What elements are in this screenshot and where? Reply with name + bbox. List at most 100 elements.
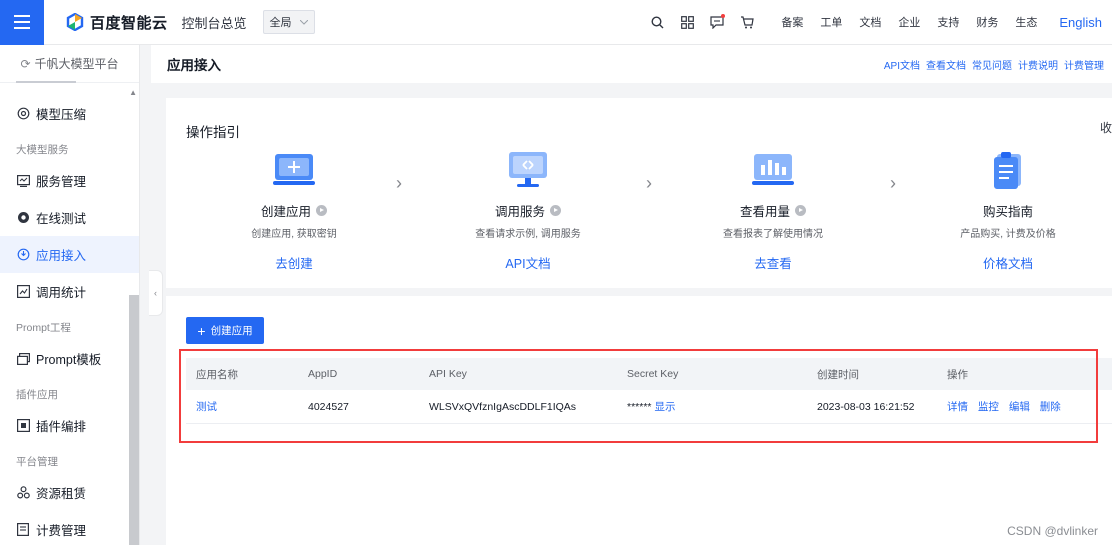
sidebar-item-label: 模型压缩 — [36, 108, 87, 122]
sidebar-item-online-test[interactable]: 在线测试 — [0, 199, 139, 236]
app-list-section: + 创建应用 应用名称 AppID API Key Secret Key 创建时… — [166, 296, 1112, 545]
app-access-icon — [16, 248, 30, 262]
price-docs-link[interactable]: 价格文档 — [918, 253, 1098, 272]
col-app-name: 应用名称 — [196, 368, 238, 381]
sidebar-item-label: 计费管理 — [36, 524, 87, 538]
sidebar-item-label: 服务管理 — [36, 175, 87, 189]
app-name-link[interactable]: 测试 — [186, 399, 308, 414]
chevron-right-icon: › — [890, 173, 896, 193]
console-overview-link[interactable]: 控制台总览 — [182, 13, 247, 32]
apps-button[interactable] — [674, 0, 700, 45]
play-video-icon[interactable] — [316, 205, 327, 216]
create-app-illustration — [269, 148, 319, 190]
show-secret-link[interactable]: 显示 — [654, 401, 675, 413]
secret-key-mask: ****** — [627, 401, 652, 413]
view-docs-link[interactable]: 查看文档 — [926, 57, 966, 72]
api-docs-link[interactable]: API文档 — [884, 57, 920, 72]
nav-ecosystem[interactable]: 生态 — [1015, 14, 1037, 30]
sidebar-item-service-manage[interactable]: 服务管理 — [0, 162, 139, 199]
watermark: CSDN @dvlinker — [1007, 524, 1098, 538]
group-platform: 平台管理 — [16, 455, 58, 468]
platform-icon: ⟳ — [20, 56, 31, 71]
step-desc: 创建应用, 获取密钥 — [251, 229, 337, 240]
nav-enterprise[interactable]: 企业 — [898, 14, 920, 30]
compress-icon — [16, 107, 30, 121]
step-purchase-guide: 购买指南 产品购买, 计费及价格 价格文档 — [918, 148, 1098, 272]
delete-link[interactable]: 删除 — [1040, 401, 1061, 413]
purchase-guide-illustration — [983, 148, 1033, 190]
sidebar-item-label: 插件编排 — [36, 420, 87, 434]
sidebar-item-billing[interactable]: 计费管理 — [0, 511, 139, 545]
cloud-logo-icon — [66, 13, 84, 31]
api-docs-step-link[interactable]: API文档 — [438, 253, 618, 272]
group-prompt: Prompt工程 — [16, 321, 71, 334]
step-view-usage: 查看用量 查看报表了解使用情况 去查看 — [683, 148, 863, 272]
sidebar-collapse-toggle[interactable]: ‹ — [149, 270, 163, 316]
nav-filing[interactable]: 备案 — [781, 14, 803, 30]
chevron-down-icon — [299, 19, 308, 25]
create-app-label: 创建应用 — [210, 325, 253, 337]
service-icon — [16, 174, 30, 188]
sidebar-scrollbar[interactable] — [129, 295, 139, 545]
col-secret-key: Secret Key — [627, 368, 679, 380]
platform-name: 千帆大模型平台 — [34, 57, 119, 71]
cart-button[interactable] — [734, 0, 760, 45]
play-video-icon[interactable] — [795, 205, 806, 216]
nav-docs[interactable]: 文档 — [859, 14, 881, 30]
create-app-button[interactable]: + 创建应用 — [186, 317, 264, 344]
grid-icon — [680, 15, 694, 29]
sidebar-item-label: 调用统计 — [36, 286, 87, 300]
plugin-icon — [16, 419, 30, 433]
go-view-link[interactable]: 去查看 — [683, 253, 863, 272]
region-value: 全局 — [269, 17, 292, 29]
chevron-left-icon: ‹ — [154, 288, 157, 298]
step-name: 查看用量 — [739, 205, 790, 219]
billing-manage-link[interactable]: 计费管理 — [1064, 57, 1104, 72]
edit-link[interactable]: 编辑 — [1009, 401, 1030, 413]
col-actions: 操作 — [947, 368, 968, 381]
page-title: 应用接入 — [167, 58, 221, 73]
app-table: 应用名称 AppID API Key Secret Key 创建时间 操作 测试… — [186, 358, 1112, 424]
play-video-icon[interactable] — [550, 205, 561, 216]
call-service-illustration — [503, 148, 553, 190]
sidebar-item-label: Prompt模板 — [36, 353, 102, 367]
group-plugin: 插件应用 — [16, 388, 58, 401]
test-icon — [16, 211, 30, 225]
guide-collapse-button[interactable]: 收 — [1100, 119, 1112, 136]
sidebar-item-model-compress[interactable]: 模型压缩 — [0, 95, 139, 132]
details-link[interactable]: 详情 — [947, 401, 968, 413]
search-icon — [651, 15, 664, 28]
step-desc: 查看请求示例, 调用服务 — [475, 229, 581, 240]
message-button[interactable] — [704, 0, 730, 45]
resource-icon — [16, 486, 30, 500]
step-name: 购买指南 — [982, 205, 1033, 219]
sidebar-item-label: 在线测试 — [36, 212, 87, 226]
sidebar-item-plugin-orchestration[interactable]: 插件编排 — [0, 407, 139, 444]
step-name: 调用服务 — [494, 205, 545, 219]
sidebar-item-resource-lease[interactable]: 资源租赁 — [0, 474, 139, 511]
faq-link[interactable]: 常见问题 — [972, 57, 1012, 72]
go-create-link[interactable]: 去创建 — [204, 253, 384, 272]
sidebar-item-call-stats[interactable]: 调用统计 — [0, 273, 139, 310]
brand[interactable]: 百度智能云 — [66, 12, 168, 33]
language-switch[interactable]: English — [1059, 15, 1102, 30]
nav-finance[interactable]: 财务 — [976, 14, 998, 30]
region-select[interactable]: 全局 — [262, 10, 315, 34]
created-time-value: 2023-08-03 16:21:52 — [817, 400, 915, 413]
nav-ticket[interactable]: 工单 — [820, 14, 842, 30]
monitor-link[interactable]: 监控 — [978, 401, 999, 413]
sidebar-item-prompt-template[interactable]: Prompt模板 — [0, 340, 139, 377]
scroll-up-icon[interactable]: ▲ — [129, 88, 137, 97]
plus-icon: + — [197, 322, 206, 339]
search-button[interactable] — [644, 0, 670, 45]
sidebar-item-app-access[interactable]: 应用接入 — [0, 236, 139, 273]
table-header: 应用名称 AppID API Key Secret Key 创建时间 操作 — [186, 358, 1112, 390]
group-llm-service: 大模型服务 — [16, 143, 69, 156]
billing-icon — [16, 523, 30, 537]
api-key-value: WLSVxQVfznIgAscDDLF1IQAs — [429, 400, 577, 413]
billing-info-link[interactable]: 计费说明 — [1018, 57, 1058, 72]
menu-button[interactable] — [0, 0, 44, 45]
nav-support[interactable]: 支持 — [937, 14, 959, 30]
col-api-key: API Key — [429, 368, 467, 380]
sidebar-item-label: 资源租赁 — [36, 487, 87, 501]
